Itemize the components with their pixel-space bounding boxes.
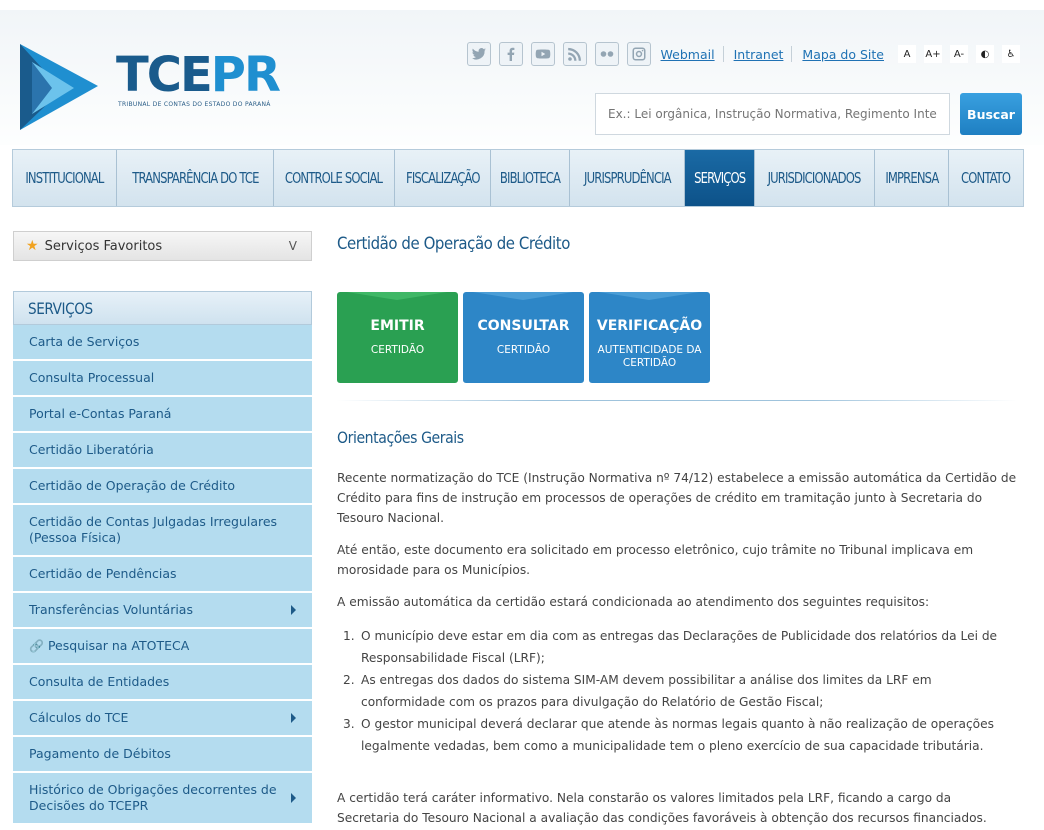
youtube-icon[interactable] (530, 42, 555, 66)
logo-wordmark[interactable]: TCEPR (116, 46, 281, 104)
sidebar-item-transferencias[interactable]: Transferências Voluntárias (13, 593, 312, 629)
favorites-label: Serviços Favoritos (44, 238, 163, 254)
requirements-list: 1. O município deve estar em dia com as e… (343, 625, 1017, 757)
nav-item-jurisprudencia[interactable]: JURISPRUDÊNCIA (570, 150, 685, 206)
card-notch (347, 292, 447, 300)
sidebar-title: SERVIÇOS (13, 291, 312, 325)
card-notch (473, 292, 573, 300)
accessibility-icon[interactable]: ♿ (1002, 45, 1020, 63)
font-decrease-button[interactable]: A- (950, 45, 968, 63)
search-input[interactable] (595, 93, 950, 135)
font-normal-button[interactable]: A (898, 45, 916, 63)
facebook-icon[interactable] (498, 42, 523, 66)
sidebar-item-certidao-contas-julgadas[interactable]: Certidão de Contas Julgadas Irregulares … (13, 505, 312, 557)
paragraph-intro: Recente normatização do TCE (Instrução N… (337, 471, 1017, 525)
nav-item-controle-social[interactable]: CONTROLE SOCIAL (274, 150, 395, 206)
sidebar-item-certidao-operacao-credito[interactable]: Certidão de Operação de Crédito (13, 469, 312, 505)
consultar-certidao-button[interactable]: CONSULTAR CERTIDÃO (463, 292, 584, 383)
intranet-link[interactable]: Intranet (734, 47, 784, 62)
section-divider (337, 400, 1017, 401)
main-nav: INSTITUCIONAL TRANSPARÊNCIA DO TCE CONTR… (12, 149, 1024, 207)
site-header: TCEPR TRIBUNAL DE CONTAS DO ESTADO DO PA… (0, 0, 1044, 145)
section-title: Orientações Gerais (337, 428, 464, 447)
card-notch (599, 292, 699, 300)
nav-item-jurisdicionados[interactable]: JURISDICIONADOS (755, 150, 875, 206)
card-title: EMITIR (370, 318, 425, 334)
star-icon: ★ (26, 238, 39, 254)
nav-item-institucional[interactable]: INSTITUCIONAL (13, 150, 117, 206)
list-item: 2. As entregas dos dados do sistema SIM-A… (343, 673, 932, 709)
emitir-certidao-button[interactable]: EMITIR CERTIDÃO (337, 292, 458, 383)
chevron-right-icon (291, 605, 296, 615)
font-increase-button[interactable]: A+ (924, 45, 942, 63)
nav-item-contato[interactable]: CONTATO (949, 150, 1023, 206)
verificacao-autenticidade-button[interactable]: VERIFICAÇÃO AUTENTICIDADE DA CERTIDÃO (589, 292, 710, 383)
tce-logo-icon[interactable] (12, 38, 102, 133)
flickr-icon[interactable] (594, 42, 619, 66)
card-subtitle: CERTIDÃO (496, 344, 551, 356)
twitter-icon[interactable] (466, 42, 491, 66)
list-item: 3. O gestor municipal deverá declarar que… (343, 717, 994, 753)
card-subtitle: CERTIDÃO (370, 344, 425, 356)
favorites-dropdown[interactable]: ★ Serviços Favoritos V (13, 231, 312, 261)
paragraph-requirements-intro: A emissão automática da certidão estará … (337, 595, 930, 609)
sidebar-item-historico-obrigacoes[interactable]: Histórico de Obrigações decorrentes de D… (13, 773, 312, 825)
card-subtitle: AUTENTICIDADE DA CERTIDÃO (597, 344, 702, 369)
contrast-icon[interactable]: ◐ (976, 45, 994, 63)
sidebar-item-carta-servicos[interactable]: Carta de Serviços (13, 325, 312, 361)
chevron-down-icon: V (288, 239, 297, 253)
sidebar-item-certidao-liberatoria[interactable]: Certidão Liberatória (13, 433, 312, 469)
sidebar-item-portal-econtas[interactable]: Portal e-Contas Paraná (13, 397, 312, 433)
webmail-link[interactable]: Webmail (661, 47, 715, 62)
nav-item-transparencia[interactable]: TRANSPARÊNCIA DO TCE (117, 150, 274, 206)
list-item: 1. O município deve estar em dia com as e… (343, 629, 998, 665)
sidebar-item-pagamento-debitos[interactable]: Pagamento de Débitos (13, 737, 312, 773)
top-links: Webmail Intranet Mapa do Site A A+ A- ◐ … (466, 40, 1020, 68)
nav-item-fiscalizacao[interactable]: FISCALIZAÇÃO (395, 150, 491, 206)
sidebar-item-calculos[interactable]: Cálculos do TCE (13, 701, 312, 737)
chevron-right-icon (291, 793, 296, 803)
chevron-right-icon (291, 713, 296, 723)
paragraph-history: Até então, este documento era solicitado… (337, 543, 974, 577)
link-separator (791, 46, 793, 62)
sidebar-item-atoteca[interactable]: 🔗 Pesquisar na ATOTECA (13, 629, 312, 665)
services-sidebar: SERVIÇOS Carta de Serviços Consulta Proc… (13, 291, 312, 830)
sitemap-link[interactable]: Mapa do Site (802, 47, 884, 62)
nav-item-servicos[interactable]: SERVIÇOS (685, 150, 755, 206)
search-button[interactable]: Buscar (960, 93, 1022, 135)
sidebar-item-consulta-processual[interactable]: Consulta Processual (13, 361, 312, 397)
sidebar-item-certidao-pendencias[interactable]: Certidão de Pendências (13, 557, 312, 593)
card-title: CONSULTAR (477, 318, 570, 334)
nav-item-biblioteca[interactable]: BIBLIOTECA (491, 150, 570, 206)
nav-item-imprensa[interactable]: IMPRENSA (875, 150, 949, 206)
card-title: VERIFICAÇÃO (596, 318, 703, 334)
instagram-icon[interactable] (626, 42, 651, 66)
link-separator (722, 46, 724, 62)
paragraph-informative: A certidão terá caráter informativo. Nel… (337, 791, 987, 825)
logo-subtitle: TRIBUNAL DE CONTAS DO ESTADO DO PARANÁ (118, 101, 271, 108)
link-icon: 🔗 (29, 639, 44, 653)
page-title: Certidão de Operação de Crédito (337, 234, 570, 254)
sidebar-item-consulta-entidades[interactable]: Consulta de Entidades (13, 665, 312, 701)
rss-icon[interactable] (562, 42, 587, 66)
